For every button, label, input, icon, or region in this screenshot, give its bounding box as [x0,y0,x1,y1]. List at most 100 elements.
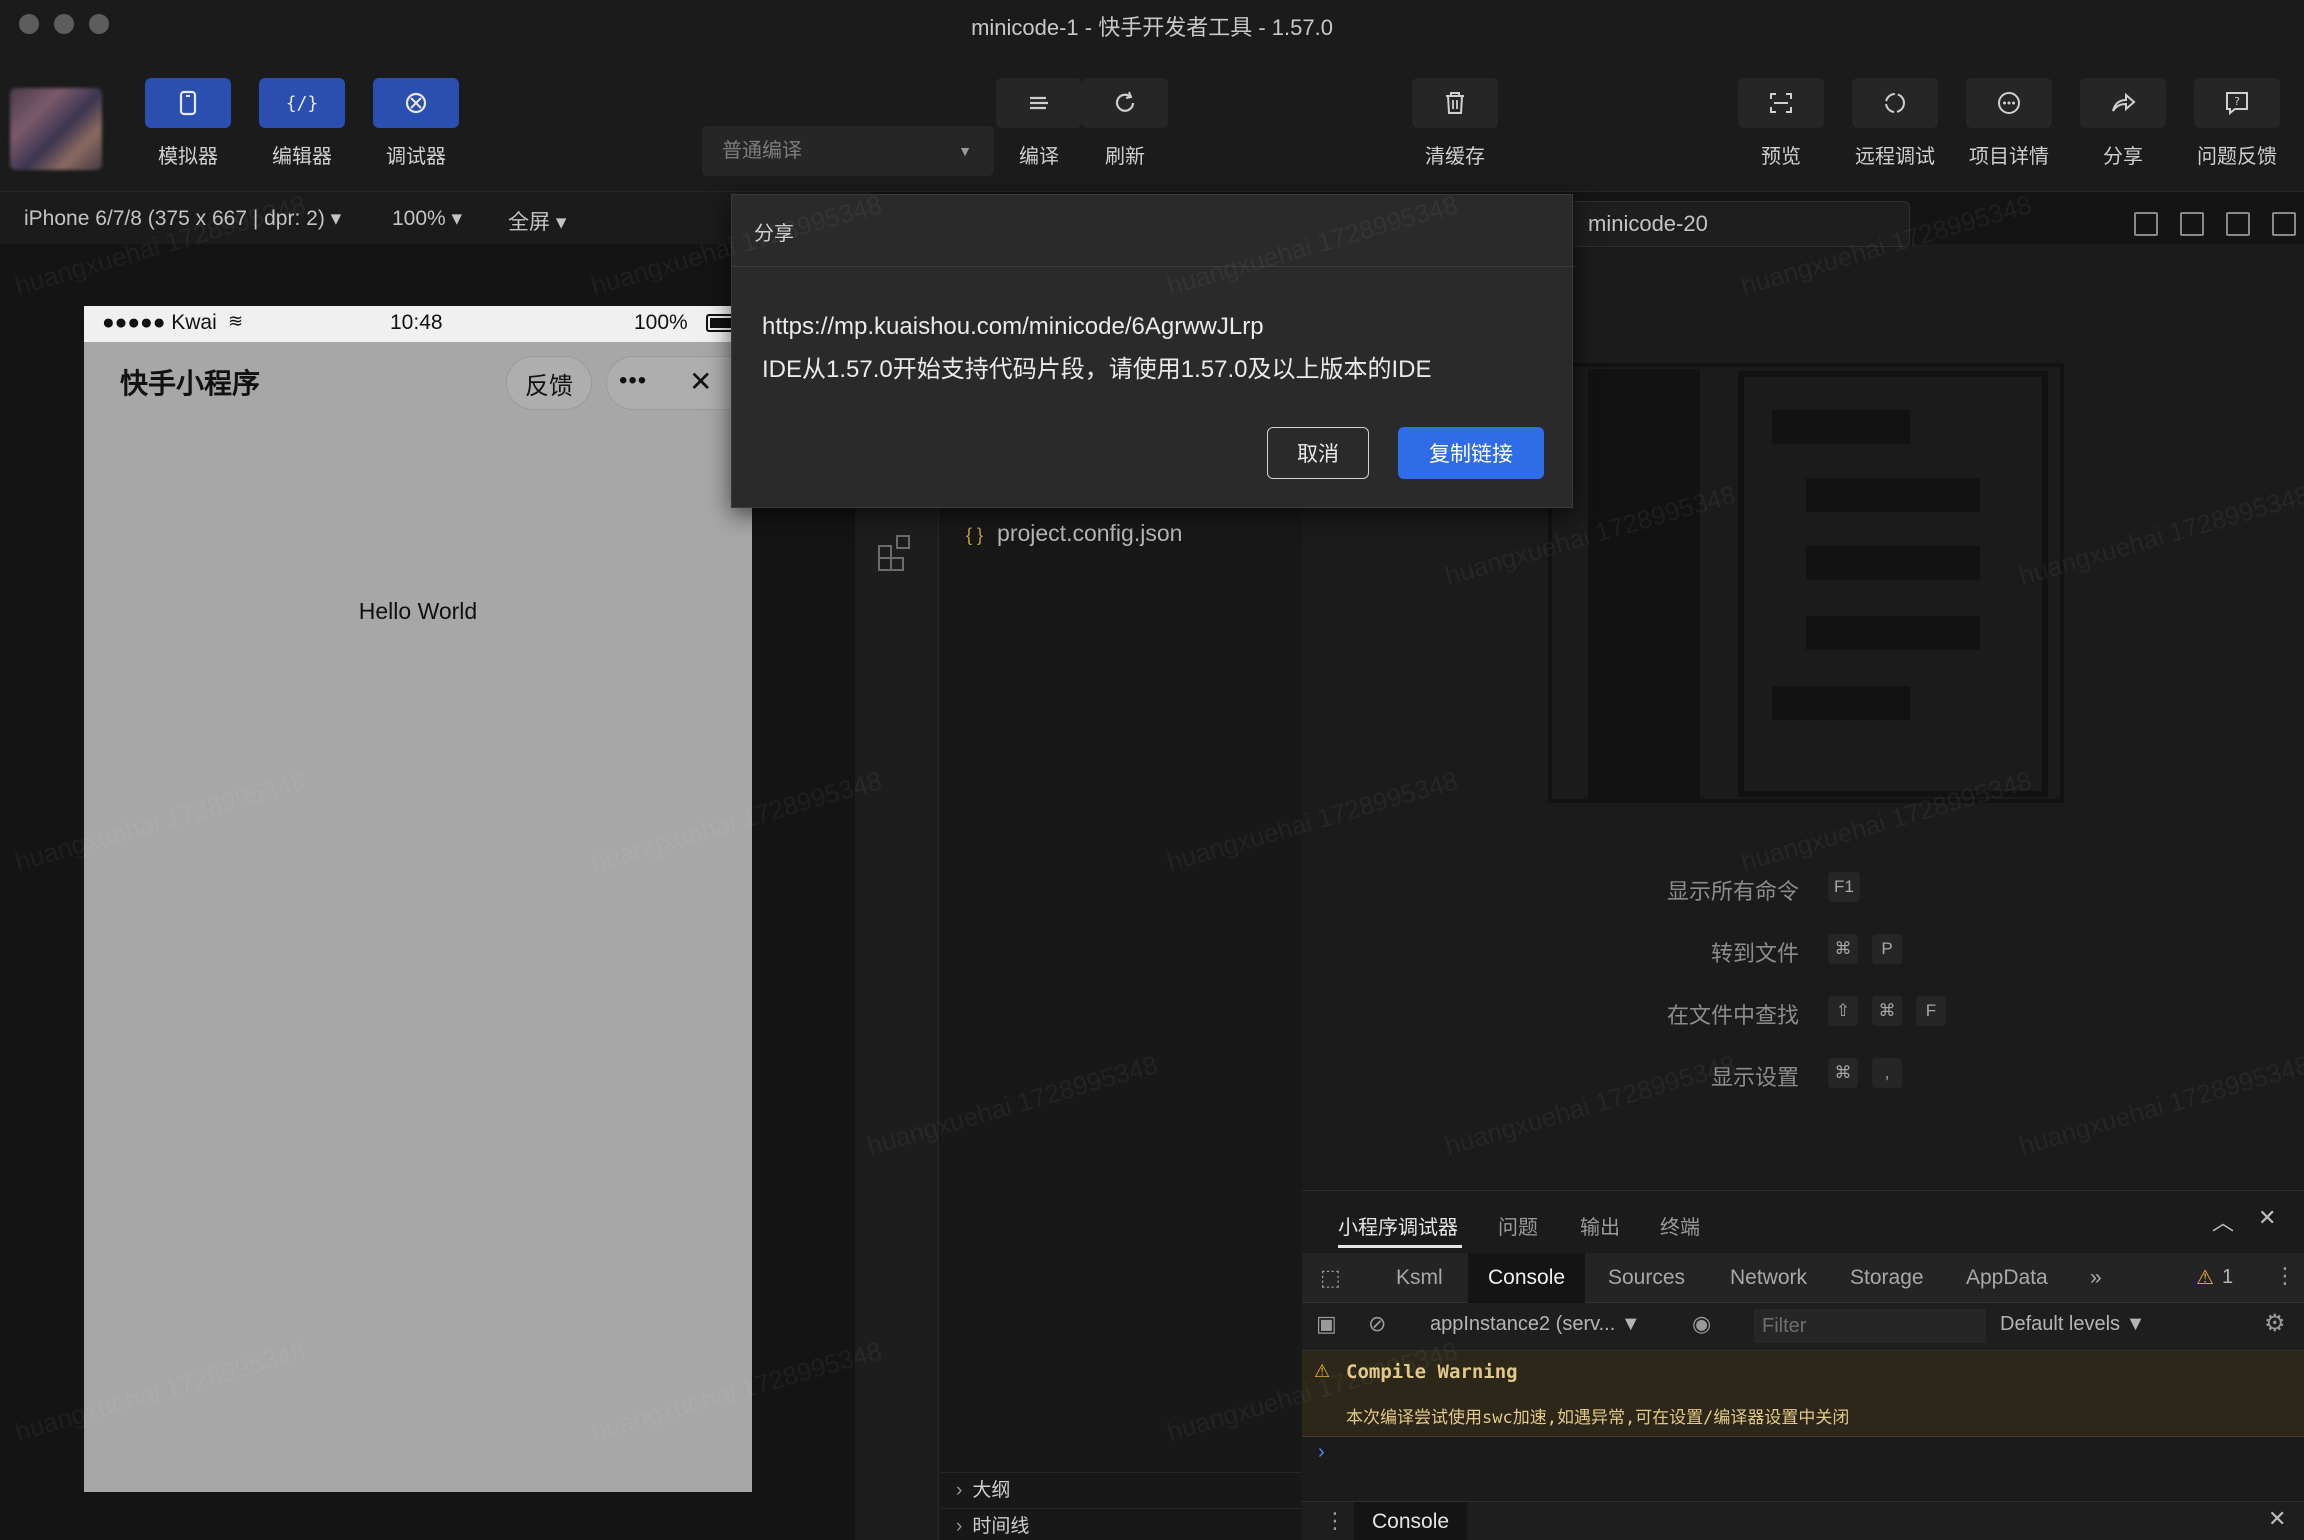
simulator-button[interactable]: 模拟器 [144,78,232,169]
simulator-label: 模拟器 [158,146,218,168]
clear-console-icon[interactable]: ⊘ [1368,1311,1386,1337]
drawer-menu-icon[interactable]: ⋮ [1324,1508,1346,1534]
console-prompt-icon[interactable]: › [1318,1441,1325,1464]
dialog-title: 分享 [754,223,794,245]
refresh-button[interactable]: 刷新 [1082,78,1168,169]
file-explorer: { } project.config.json › 大纲 › 时间线 [940,470,1302,1540]
gear-icon[interactable]: ⚙ [2264,1309,2286,1338]
project-detail-button[interactable]: 项目详情 [1966,78,2052,169]
close-panel-icon[interactable]: ✕ [2258,1205,2276,1231]
tab-terminal[interactable]: 终端 [1660,1211,1700,1240]
tab-console[interactable]: Console [1468,1253,1586,1303]
editor-logo-line [1806,546,1980,580]
context-select[interactable]: appInstance2 (serv... ▼ [1430,1313,1641,1336]
feedback-button[interactable]: ? 问题反馈 [2194,78,2280,169]
page-content-text: Hello World [358,598,478,624]
compile-button[interactable]: 编译 [996,78,1082,169]
activity-bar [855,470,939,1540]
share-icon [2112,92,2136,112]
zoom-select[interactable]: 100% ▾ [392,206,462,231]
code-braces-icon: {/} [287,93,317,114]
svg-text:?: ? [2234,95,2240,108]
more-dots-icon[interactable]: ••• [619,367,647,395]
chevron-down-icon: ▼ [958,143,972,159]
remote-debug-button[interactable]: 远程调试 [1852,78,1938,169]
shortcut-key: F [1916,996,1946,1026]
tab-appdata[interactable]: AppData [1966,1253,2048,1303]
editor-logo-line [1772,410,1910,444]
shortcut-row: 在文件中查找 ⇧ ⌘ F [1302,994,2304,1030]
project-detail-label: 项目详情 [1969,146,2049,168]
editor-button[interactable]: {/} 编辑器 [258,78,346,169]
shortcut-label: 显示设置 [1710,1065,1799,1090]
cancel-button[interactable]: 取消 [1267,427,1369,479]
clear-cache-button[interactable]: 清缓存 [1412,78,1498,169]
chevron-right-icon: › [956,1480,963,1501]
clock: 10:48 [390,311,443,334]
compile-label: 编译 [1019,146,1059,168]
kebab-menu-icon[interactable]: ⋮ [2274,1263,2296,1289]
shortcut-row: 转到文件 ⌘ P [1302,932,2304,968]
layout-bottom-icon[interactable] [2180,212,2204,236]
levels-select[interactable]: Default levels ▼ [2000,1313,2145,1336]
close-drawer-icon[interactable]: ✕ [2268,1506,2286,1532]
tab-sources[interactable]: Sources [1608,1253,1685,1303]
file-item[interactable]: { } project.config.json [966,520,1182,547]
preview-label: 预览 [1761,146,1801,168]
editor-logo-line [1806,616,1980,650]
avatar[interactable] [10,88,102,170]
battery-percent: 100% [634,311,688,334]
copy-link-button[interactable]: 复制链接 [1398,427,1544,479]
tab-ksml[interactable]: Ksml [1396,1253,1443,1303]
remote-debug-label: 远程调试 [1855,146,1935,168]
compile-mode-select[interactable]: 普通编译 ▼ [702,126,994,176]
compile-icon [1030,96,1048,110]
sidebar-toggle-icon[interactable]: ▣ [1316,1311,1337,1337]
device-select[interactable]: iPhone 6/7/8 (375 x 667 | dpr: 2) ▾ [24,206,341,231]
shortcut-key: ⌘ [1828,1058,1858,1088]
remote-debug-icon [1885,93,1905,113]
editor-logo-column [1588,369,1700,799]
layout-split-icon[interactable] [2226,212,2250,236]
phone-nav-bar: 快手小程序 反馈 ••• ✕ [84,342,756,426]
scan-icon [1770,93,1792,113]
eye-icon[interactable]: ◉ [1692,1311,1711,1337]
filter-input[interactable]: Filter [1754,1309,1986,1343]
mini-program-title: 快手小程序 [120,368,261,399]
drawer-tab-console[interactable]: Console [1354,1502,1468,1540]
tab-problems[interactable]: 问题 [1498,1211,1538,1240]
display-mode-select[interactable]: 全屏 ▾ [508,206,566,236]
devtools-tabbar: ⬚ Ksml Console Sources Network Storage A… [1302,1253,2304,1303]
share-button[interactable]: 分享 [2080,78,2166,169]
console-drawer: ⋮ Console ✕ [1302,1501,2304,1540]
feedback-pill-button[interactable]: 反馈 [506,356,592,410]
tab-storage[interactable]: Storage [1850,1253,1924,1303]
extensions-icon[interactable] [875,530,919,574]
more-tabs-icon[interactable]: » [2090,1253,2102,1303]
shortcut-row: 显示设置 ⌘ , [1302,1056,2304,1092]
debugger-button[interactable]: 调试器 [372,78,460,169]
active-tab-indicator [1338,1245,1462,1248]
tab-network[interactable]: Network [1730,1253,1807,1303]
shortcut-label: 转到文件 [1710,941,1799,966]
preview-button[interactable]: 预览 [1738,78,1824,169]
debugger-label: 调试器 [386,146,446,168]
close-icon[interactable]: ✕ [689,365,712,398]
warning-count[interactable]: 1 [2222,1266,2233,1289]
chevron-up-icon[interactable]: ︿ [2212,1205,2234,1237]
tab-mini-program-debugger[interactable]: 小程序调试器 [1338,1211,1458,1240]
dialog-header: 分享 [732,195,1574,267]
outline-section[interactable]: › 大纲 [940,1472,1302,1508]
tab-output[interactable]: 输出 [1580,1211,1620,1240]
timeline-section[interactable]: › 时间线 [940,1508,1302,1540]
editor-tab[interactable]: minicode-20 [1555,201,1910,247]
phone-screen[interactable]: ●●●●● Kwai ≋ 10:48 100% 快手小程序 反馈 ••• ✕ H… [84,306,756,1492]
phone-status-bar: ●●●●● Kwai ≋ 10:48 100% [84,306,752,342]
layout-left-icon[interactable] [2134,212,2158,236]
inspect-element-icon[interactable]: ⬚ [1320,1265,1341,1291]
feedback-label: 问题反馈 [2197,146,2277,168]
shortcut-key: ⇧ [1828,996,1858,1026]
refresh-label: 刷新 [1105,146,1145,168]
share-note: IDE从1.57.0开始支持代码片段，请使用1.57.0及以上版本的IDE [762,356,1432,383]
layout-grid-icon[interactable] [2272,212,2296,236]
